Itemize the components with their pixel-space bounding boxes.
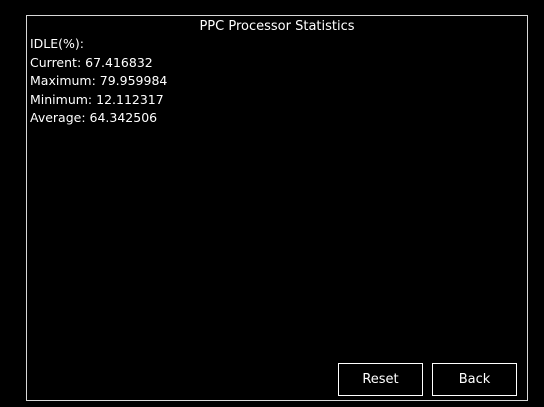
maximum-value: Maximum: 79.959984 — [30, 73, 168, 88]
stats-list: IDLE(%): Current: 67.416832 Maximum: 79.… — [30, 35, 167, 128]
current-value: Current: 67.416832 — [30, 54, 153, 70]
stats-panel: PPC Processor Statistics IDLE(%): Curren… — [26, 15, 528, 401]
average-value: Average: 64.342506 — [30, 110, 158, 125]
minimum-value: Minimum: 12.112317 — [30, 91, 164, 107]
back-button[interactable]: Back — [432, 363, 517, 396]
window-title: PPC Processor Statistics — [199, 19, 355, 34]
reset-button[interactable]: Reset — [338, 363, 423, 396]
screen: PPC Processor Statistics IDLE(%): Curren… — [0, 0, 544, 407]
idle-header: IDLE(%): — [30, 36, 85, 51]
